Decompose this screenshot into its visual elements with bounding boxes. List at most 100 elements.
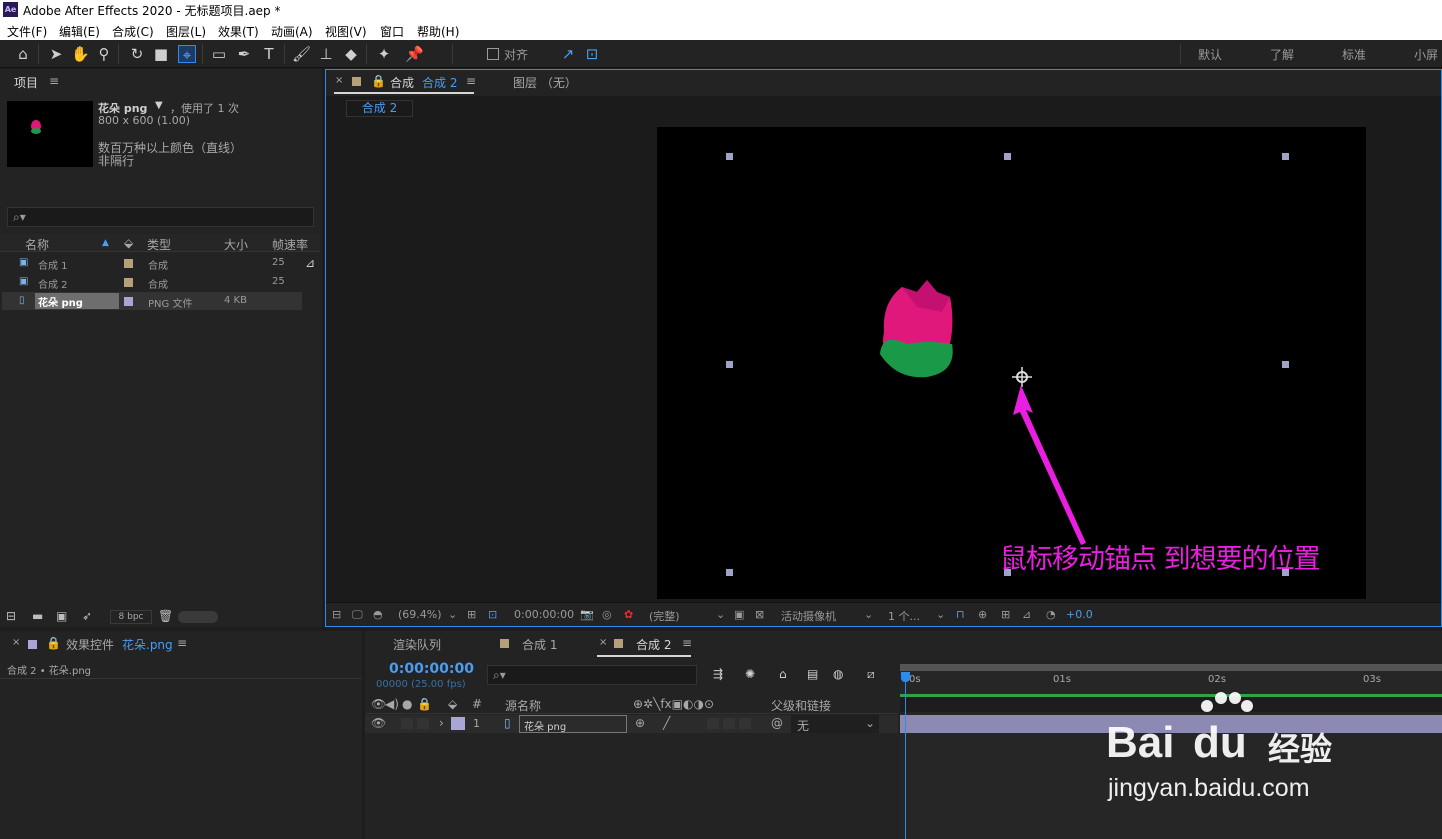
zoom-tool-icon[interactable]: ⚲ (95, 45, 113, 63)
rectangle-tool-icon[interactable]: ▭ (210, 45, 228, 63)
toggle-pixel-aspect-icon[interactable]: ⊓ (956, 608, 965, 621)
project-tab[interactable]: 项目 (14, 74, 38, 91)
scrollbar[interactable] (178, 611, 218, 623)
menu-icon[interactable]: ≡ (466, 74, 476, 88)
viewer-tab-name[interactable]: 合成 2 (422, 74, 457, 91)
label-swatch[interactable] (451, 717, 465, 730)
flower-image[interactable] (872, 272, 962, 387)
layer-name-field[interactable]: 花朵 png (519, 715, 627, 733)
menu-icon[interactable]: ≡ (49, 74, 59, 88)
trash-icon[interactable]: 🗑 (158, 609, 173, 623)
menu-icon[interactable]: ≡ (177, 636, 187, 650)
roto-brush-tool-icon[interactable]: ✦ (375, 45, 393, 63)
lock-icon[interactable]: 🔒 (371, 74, 386, 88)
menu-composition[interactable]: 合成(C) (112, 23, 154, 40)
interpret-footage-icon[interactable]: ⊟ (6, 609, 16, 623)
close-icon[interactable]: × (599, 637, 607, 648)
selection-tool-icon[interactable]: ➤ (47, 45, 65, 63)
bit-depth-button[interactable]: 8 bpc (110, 610, 152, 624)
label-column-icon[interactable]: ⬙ (448, 697, 457, 711)
align-checkbox[interactable] (487, 48, 499, 60)
zoom-select[interactable]: (69.4%) (398, 608, 442, 621)
clone-stamp-tool-icon[interactable]: ⊥ (317, 45, 335, 63)
project-item-comp-2[interactable]: ▣ 合成 2 合成 25 (2, 273, 302, 291)
solo-icon[interactable]: ● (402, 697, 412, 711)
rotate-tool-icon[interactable]: ↻ (128, 45, 146, 63)
camera-select[interactable]: 活动摄像机 (781, 608, 836, 624)
label-swatch[interactable] (124, 297, 133, 306)
timeline-timecode[interactable]: 0:00:00:00 (389, 661, 474, 677)
menu-effect[interactable]: 效果(T) (218, 23, 259, 40)
col-size[interactable]: 大小 (224, 236, 248, 253)
col-fps[interactable]: 帧速率 (272, 236, 308, 253)
composition-canvas[interactable]: 鼠标移动锚点 到想要的位置 (657, 127, 1366, 599)
audio-toggle-icon[interactable]: ◀) (385, 697, 399, 711)
parent-link-column[interactable]: 父级和链接 (771, 697, 831, 714)
snapshot-icon[interactable]: 📷 (580, 608, 594, 621)
brush-tool-icon[interactable]: 🖌 (292, 45, 311, 63)
expand-chevron-icon[interactable]: › (439, 716, 444, 730)
source-name-column[interactable]: 源名称 (505, 697, 541, 714)
lock-icon[interactable]: 🔒 (46, 636, 61, 650)
snap-icon[interactable]: ↗ (559, 45, 577, 63)
motion-blur-icon[interactable]: ◍ (833, 667, 843, 681)
transparency-grid-icon[interactable]: ⊠ (755, 608, 764, 621)
menu-file[interactable]: 文件(F) (7, 23, 47, 40)
col-type[interactable]: 类型 (147, 236, 171, 253)
tab-comp-2[interactable]: 合成 2 (636, 636, 671, 653)
label-column-icon[interactable]: ⬙ (124, 236, 133, 250)
viewer-breadcrumb[interactable]: 合成 2 (346, 100, 413, 117)
switches-icon[interactable]: ⊕✲╲fx▣◐◑⊙ (633, 697, 714, 711)
video-toggle-icon[interactable]: 👁 (371, 697, 386, 711)
transform-handle[interactable] (1004, 153, 1011, 160)
chevron-down-icon[interactable]: ⌄ (448, 608, 457, 621)
resolution-select[interactable]: (完整) (649, 608, 680, 624)
exposure-value[interactable]: +0.0 (1066, 608, 1093, 621)
transform-handle[interactable] (726, 153, 733, 160)
pan-behind-tool-icon[interactable]: ⌖ (178, 45, 196, 64)
workspace-learn[interactable]: 了解 (1270, 46, 1294, 63)
chevron-down-icon[interactable]: ▼ (155, 100, 163, 111)
pickwhip-icon[interactable]: @ (771, 716, 783, 730)
timeline-search-input[interactable]: ⌕▾ (487, 665, 697, 685)
quality-switch-icon[interactable]: ╱ (663, 716, 670, 730)
work-area-bar[interactable] (900, 664, 1442, 671)
monitor-icon[interactable]: 🖵 (352, 608, 363, 622)
comp-flowchart-icon[interactable]: ⊞ (1001, 608, 1010, 621)
chevron-down-icon[interactable]: ⌄ (936, 608, 945, 621)
region-of-interest-icon[interactable]: ⊡ (488, 608, 497, 621)
current-time[interactable]: 0:00:00:00 (514, 608, 574, 621)
flowchart-icon[interactable]: ⊿ (1022, 608, 1031, 621)
menu-window[interactable]: 窗口 (380, 23, 404, 40)
eye-icon[interactable]: 👁 (371, 716, 386, 730)
project-item-png[interactable]: ▯ 花朵 png PNG 文件 4 KB (2, 292, 302, 310)
menu-view[interactable]: 视图(V) (325, 23, 367, 40)
transform-handle[interactable] (726, 361, 733, 368)
chevron-down-icon[interactable]: ⌄ (864, 608, 873, 621)
menu-icon[interactable]: ≡ (682, 636, 692, 650)
new-composition-icon[interactable]: ▣ (56, 609, 67, 623)
viewer-tab-prefix[interactable]: 合成 (390, 74, 414, 91)
mask-icon[interactable]: ◓ (373, 608, 383, 621)
chevron-down-icon[interactable]: ⌄ (716, 608, 725, 621)
home-icon[interactable]: ⌂ (14, 45, 32, 63)
channel-icon[interactable]: ✿ (624, 608, 633, 621)
shy-layers-icon[interactable]: ⌂ (779, 667, 787, 681)
transform-handle[interactable] (1282, 361, 1289, 368)
new-folder-icon[interactable]: ▬ (32, 609, 43, 623)
menu-layer[interactable]: 图层(L) (166, 23, 206, 40)
layer-viewer-tab[interactable]: 图层 （无） (513, 74, 577, 91)
comp-mini-flowchart-icon[interactable]: ⇶ (713, 667, 723, 681)
pen-tool-icon[interactable]: ✒ (235, 45, 253, 63)
tab-comp-1[interactable]: 合成 1 (522, 636, 557, 653)
timeline-layer-row[interactable]: 👁 › 1 ▯ 花朵 png ⊕ ╱ @ 无 ⌄ (365, 715, 898, 733)
menu-edit[interactable]: 编辑(E) (59, 23, 100, 40)
playhead-handle[interactable] (901, 672, 910, 682)
anchor-point-icon[interactable] (1012, 367, 1032, 387)
text-tool-icon[interactable]: T (260, 45, 278, 63)
menu-animation[interactable]: 动画(A) (271, 23, 313, 40)
project-search-input[interactable]: ⌕▾ (7, 207, 314, 227)
show-snapshot-icon[interactable]: ◎ (602, 608, 612, 621)
project-item-comp-1[interactable]: ▣ 合成 1 合成 25 (2, 254, 302, 272)
parent-select[interactable]: 无 ⌄ (791, 715, 879, 733)
